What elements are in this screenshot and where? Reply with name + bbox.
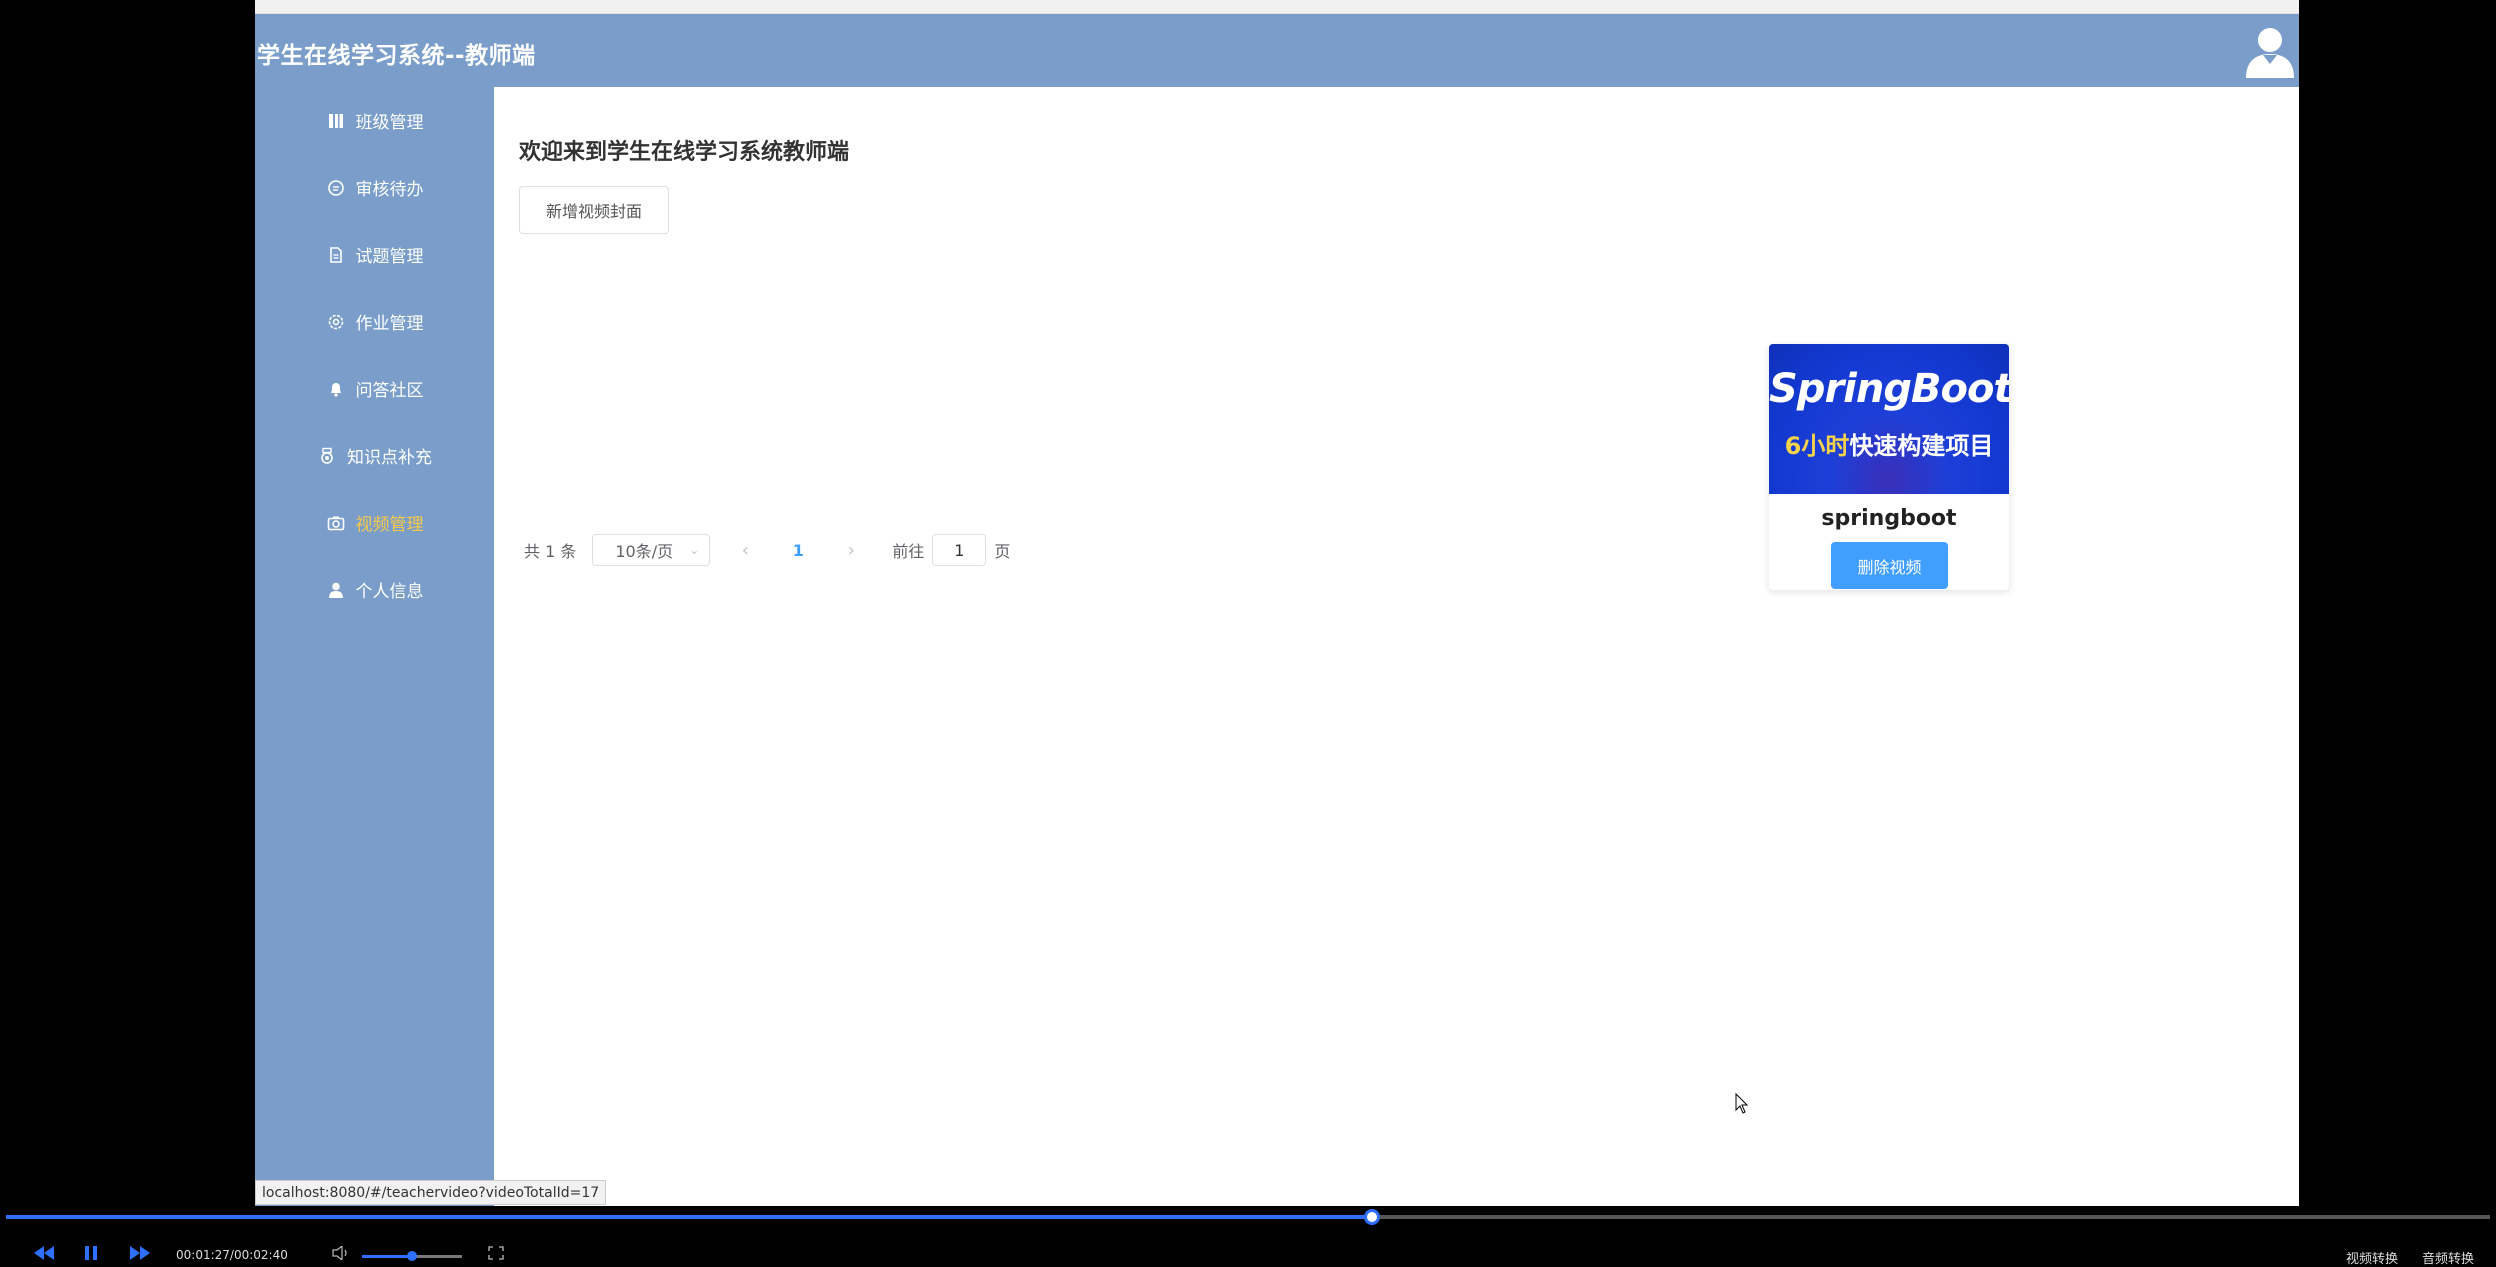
video-thumbnail[interactable]: SpringBoot 6小时快速构建项目 bbox=[1769, 344, 2009, 494]
thumbnail-subtitle: 6小时快速构建项目 bbox=[1769, 426, 2009, 461]
thumbnail-title: SpringBoot bbox=[1769, 366, 2009, 412]
medal-icon bbox=[317, 446, 337, 466]
rewind-icon[interactable] bbox=[34, 1246, 54, 1260]
sidebar-item-question-management[interactable]: 试题管理 bbox=[255, 221, 494, 288]
sidebar-item-label: 审核待办 bbox=[355, 180, 424, 200]
gear-icon bbox=[326, 312, 346, 332]
class-book-icon bbox=[326, 111, 346, 131]
sidebar-item-knowledge-supplement[interactable]: 知识点补充 bbox=[255, 422, 494, 489]
page-size-value: 10条/页 bbox=[615, 542, 674, 561]
volume-icon[interactable] bbox=[332, 1246, 350, 1260]
main-content: 欢迎来到学生在线学习系统教师端 新增视频封面 SpringBoot 6小时快速构… bbox=[494, 87, 2299, 1206]
video-convert-button[interactable]: 视频转换 bbox=[2346, 1248, 2398, 1267]
goto-suffix: 页 bbox=[994, 542, 1011, 561]
sidebar-item-label: 作业管理 bbox=[355, 314, 424, 334]
pagination: 共 1 条 10条/页 ⌄ ‹ 1 › 前往 1 页 bbox=[524, 534, 1010, 566]
volume-slider[interactable] bbox=[362, 1251, 462, 1261]
bell-icon bbox=[326, 379, 346, 399]
thumbnail-subtitle-highlight: 6小时 bbox=[1784, 432, 1850, 460]
app-window: 学生在线学习系统--教师端 班级管理 审核待办 试题管理 作业管理 问答社区 知… bbox=[255, 14, 2299, 1206]
mouse-cursor-icon bbox=[1735, 1093, 1749, 1114]
video-card: SpringBoot 6小时快速构建项目 springboot 删除视频 bbox=[1769, 344, 2009, 590]
goto-page-input[interactable]: 1 bbox=[932, 534, 987, 566]
sidebar-item-label: 视频管理 bbox=[355, 515, 424, 535]
add-video-cover-button[interactable]: 新增视频封面 bbox=[519, 186, 669, 234]
sidebar-item-personal-info[interactable]: 个人信息 bbox=[255, 556, 494, 623]
page-size-select[interactable]: 10条/页 ⌄ bbox=[592, 534, 711, 566]
sidebar-item-video-management[interactable]: 视频管理 bbox=[255, 489, 494, 556]
status-bar-url: localhost:8080/#/teachervideo?videoTotal… bbox=[255, 1180, 607, 1205]
video-name: springboot bbox=[1821, 506, 1957, 531]
thumbnail-subtitle-rest: 快速构建项目 bbox=[1849, 432, 1994, 460]
top-header: 学生在线学习系统--教师端 bbox=[255, 14, 2299, 87]
sidebar-item-label: 个人信息 bbox=[355, 582, 424, 602]
page-number-current[interactable]: 1 bbox=[782, 541, 814, 560]
user-avatar-icon[interactable] bbox=[2243, 24, 2297, 78]
audio-convert-button[interactable]: 音频转换 bbox=[2422, 1248, 2474, 1267]
prev-page-icon[interactable]: ‹ bbox=[730, 540, 760, 561]
sidebar-item-qa-community[interactable]: 问答社区 bbox=[255, 355, 494, 422]
camera-icon bbox=[326, 513, 346, 533]
sidebar-item-label: 试题管理 bbox=[355, 247, 424, 267]
pause-icon[interactable] bbox=[84, 1246, 98, 1260]
volume-fill bbox=[362, 1255, 412, 1258]
sidebar-item-label: 问答社区 bbox=[355, 381, 424, 401]
sidebar-item-class-management[interactable]: 班级管理 bbox=[255, 87, 494, 154]
pagination-total: 共 1 条 bbox=[524, 542, 577, 561]
progress-fill bbox=[6, 1215, 1373, 1219]
sidebar-item-homework-management[interactable]: 作业管理 bbox=[255, 288, 494, 355]
app-title: 学生在线学习系统--教师端 bbox=[257, 43, 536, 69]
sidebar: 班级管理 审核待办 试题管理 作业管理 问答社区 知识点补充 视频管理 个人信息 bbox=[255, 87, 494, 1206]
progress-track[interactable] bbox=[6, 1209, 2490, 1225]
document-icon bbox=[326, 245, 346, 265]
sidebar-item-review-todo[interactable]: 审核待办 bbox=[255, 154, 494, 221]
video-player-bar: 00:01:27/00:02:40 视频转换 音频转换 bbox=[0, 1206, 2496, 1267]
person-icon bbox=[326, 580, 346, 600]
sidebar-item-label: 班级管理 bbox=[355, 113, 424, 133]
chat-bubble-icon bbox=[326, 178, 346, 198]
delete-video-button[interactable]: 删除视频 bbox=[1831, 542, 1948, 589]
page-title: 欢迎来到学生在线学习系统教师端 bbox=[519, 140, 850, 165]
next-page-icon[interactable]: › bbox=[836, 540, 866, 561]
progress-knob[interactable] bbox=[1364, 1209, 1381, 1225]
chevron-down-icon: ⌄ bbox=[689, 543, 700, 557]
fullscreen-icon[interactable] bbox=[488, 1246, 504, 1260]
browser-top-strip bbox=[255, 0, 2299, 14]
fast-forward-icon[interactable] bbox=[130, 1246, 150, 1260]
goto-label: 前往 bbox=[892, 542, 925, 561]
sidebar-item-label: 知识点补充 bbox=[347, 448, 432, 468]
